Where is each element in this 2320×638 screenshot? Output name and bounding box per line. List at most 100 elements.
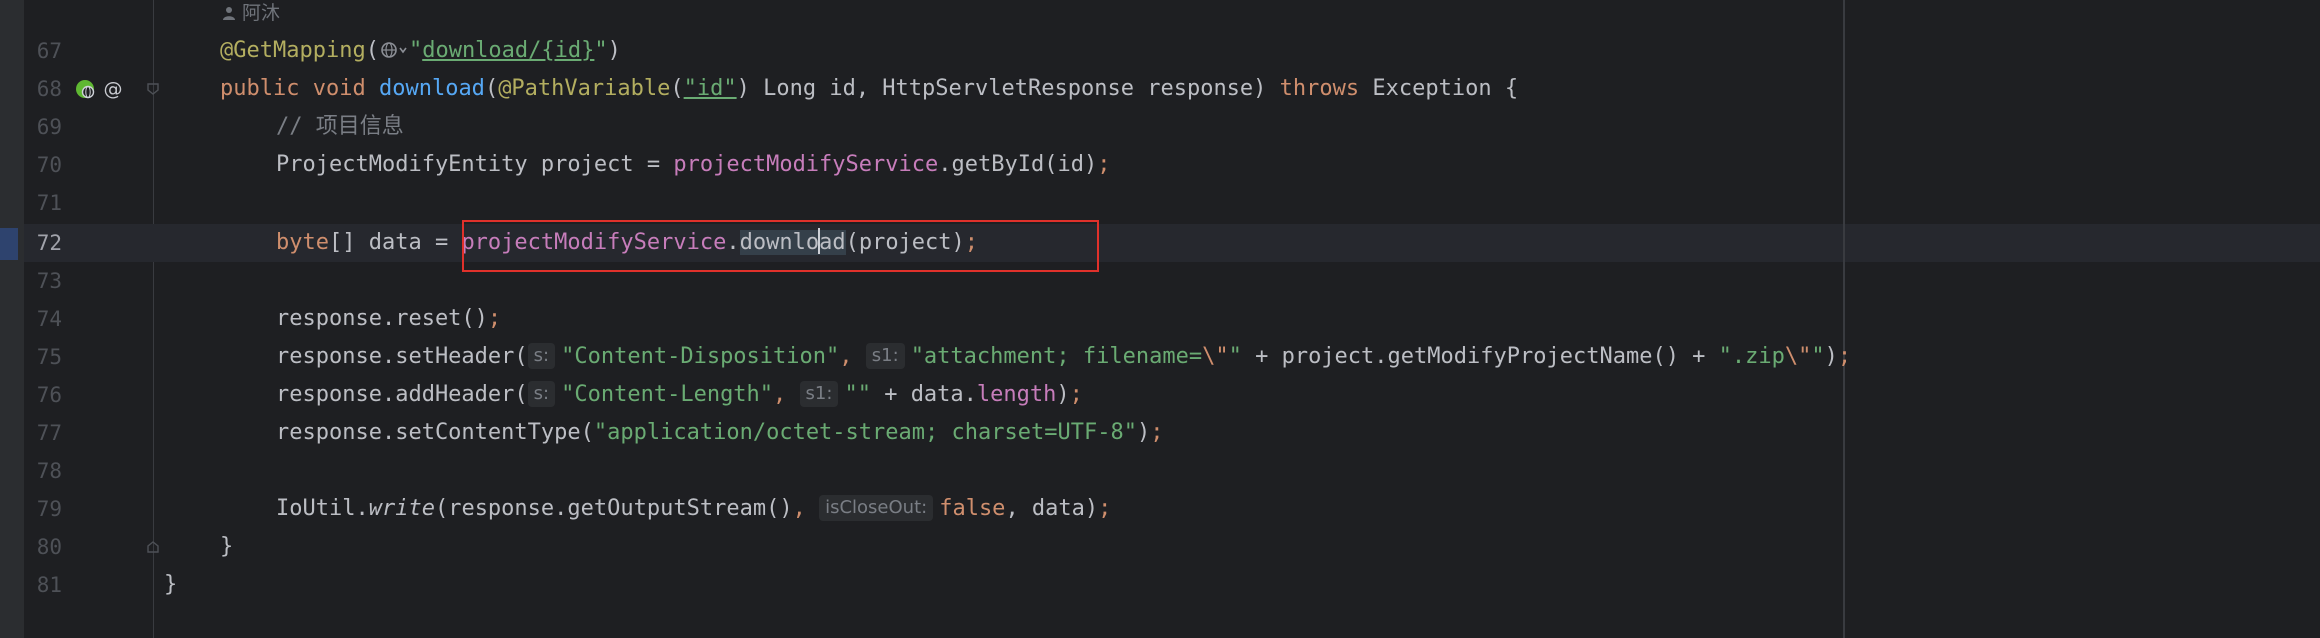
code-line-80[interactable]: 80 } <box>0 528 2320 566</box>
code-line-78[interactable]: 78 <box>0 452 2320 490</box>
code-line-67[interactable]: 67 @GetMapping("download/{id}") <box>0 32 2320 70</box>
method-call[interactable]: downlo <box>740 230 819 255</box>
field-reference[interactable]: projectModifyService <box>673 152 938 177</box>
code-line-71[interactable]: 71 <box>0 184 2320 222</box>
fold-marker-icon[interactable] <box>146 540 160 554</box>
comment: // 项目信息 <box>276 114 404 139</box>
parameter-hint: s1: <box>865 343 905 369</box>
method-call[interactable]: ad <box>819 230 846 255</box>
person-icon <box>223 7 235 20</box>
spring-bean-web-icon[interactable] <box>74 78 96 100</box>
string-literal: "" <box>844 382 871 407</box>
paren: ( <box>670 76 684 101</box>
code-line-77[interactable]: 77 response.setContentType("application/… <box>0 414 2320 452</box>
paren: ( <box>365 38 379 63</box>
escape-sequence: \" <box>1784 344 1812 369</box>
semicolon: ; <box>1098 496 1112 521</box>
semicolon: ; <box>1097 152 1111 177</box>
declaration: ProjectModifyEntity project = <box>276 152 674 177</box>
mapping-path[interactable]: download/{id} <box>422 38 594 63</box>
paren: ) <box>1824 344 1838 369</box>
field-reference[interactable]: projectModifyService <box>461 230 726 255</box>
paren: ) <box>1056 382 1070 407</box>
line-number: 74 <box>36 307 62 331</box>
statement: response.reset() <box>276 306 488 331</box>
line-number: 70 <box>36 153 62 177</box>
line-number: 77 <box>36 421 62 445</box>
keyword: public <box>220 76 300 101</box>
line-number: 76 <box>36 383 62 407</box>
annotation: @GetMapping <box>220 38 366 63</box>
parameter-hint: isCloseOut: <box>819 495 934 521</box>
line-number: 72 <box>36 231 62 255</box>
paren: ) <box>736 76 750 101</box>
paren: ) <box>1136 420 1151 445</box>
string-literal: "Content-Disposition" <box>561 344 840 369</box>
line-number: 75 <box>36 345 62 369</box>
paren: ) <box>607 38 621 63</box>
string-literal: ".zip <box>1718 344 1785 369</box>
semicolon: ; <box>1069 382 1083 407</box>
string-literal: " <box>1811 344 1825 369</box>
escape-sequence: \" <box>1202 344 1229 369</box>
code-line-68[interactable]: 68 @ public void download(@PathVariable(… <box>0 70 2320 108</box>
field-reference[interactable]: length <box>977 382 1056 407</box>
comma: , <box>792 496 820 521</box>
code-editor[interactable]: 阿沐 67 @GetMapping("download/{id}") 68 @ … <box>0 0 2320 638</box>
string-literal: "Content-Length" <box>561 382 774 407</box>
code-line-73[interactable]: 73 <box>0 262 2320 300</box>
line-number: 67 <box>36 39 62 63</box>
arguments: (project) <box>845 230 965 255</box>
code-line-79[interactable]: 79 IoUtil.write(response.getOutputStream… <box>0 490 2320 528</box>
dot: . <box>726 230 740 255</box>
line-number: 81 <box>36 573 62 597</box>
parameter-hint: s: <box>527 381 556 407</box>
semicolon: ; <box>1150 420 1164 445</box>
string-literal: "attachment; filename= <box>910 344 1203 369</box>
keyword: byte <box>276 230 329 255</box>
annotation: @PathVariable <box>498 76 671 101</box>
semicolon: ; <box>964 230 979 255</box>
fold-marker-icon[interactable] <box>146 82 160 96</box>
expression: + data. <box>870 382 977 407</box>
code-line-75[interactable]: 75 response.setHeader(s: "Content-Disposi… <box>0 338 2320 376</box>
string-literal: " <box>1228 344 1242 369</box>
expression: + project.getModifyProjectName() + <box>1241 344 1719 369</box>
static-method[interactable]: write <box>369 496 435 521</box>
globe-icon[interactable] <box>379 39 409 61</box>
semicolon: ; <box>1837 344 1852 369</box>
code-line-81[interactable]: 81 } <box>0 566 2320 604</box>
parameter-hint: s1: <box>799 381 839 407</box>
comma: , <box>839 344 866 369</box>
line-number: 71 <box>36 191 62 215</box>
closing-brace: } <box>220 534 234 559</box>
method-name[interactable]: download <box>379 76 485 101</box>
keyword: void <box>312 76 366 101</box>
method-call[interactable]: .getById(id) <box>938 152 1097 177</box>
arguments: (response.getOutputStream() <box>434 496 793 521</box>
keyword: false <box>939 496 1006 521</box>
author-inlay-hint[interactable]: 阿沐 <box>222 0 280 28</box>
class-reference[interactable]: IoUtil. <box>276 496 369 521</box>
code-line-70[interactable]: 70 ProjectModifyEntity project = project… <box>0 146 2320 184</box>
keyword: throws <box>1279 76 1360 101</box>
exception-type: Exception { <box>1359 76 1519 101</box>
code-line-72[interactable]: 72 byte[] data = projectModifyService.do… <box>0 224 2320 262</box>
line-number: 69 <box>36 115 62 139</box>
statement: response.addHeader( <box>276 382 528 407</box>
comma: , <box>773 382 800 407</box>
at-sign-icon[interactable]: @ <box>102 78 124 100</box>
line-number: 78 <box>36 459 62 483</box>
string-literal: "application/octet-stream; charset=UTF-8… <box>593 420 1137 445</box>
code-line-69[interactable]: 69 // 项目信息 <box>0 108 2320 146</box>
path-variable-name[interactable]: "id" <box>684 76 737 101</box>
code-line-76[interactable]: 76 response.addHeader(s: "Content-Length"… <box>0 376 2320 414</box>
code-line-74[interactable]: 74 response.reset(); <box>0 300 2320 338</box>
closing-brace: } <box>164 572 178 597</box>
paren: ( <box>484 76 499 101</box>
svg-text:@: @ <box>104 78 123 100</box>
author-name: 阿沐 <box>242 2 281 24</box>
parameters: Long id, HttpServletResponse response) <box>749 76 1280 101</box>
line-number: 79 <box>36 497 62 521</box>
line-number: 80 <box>36 535 62 559</box>
